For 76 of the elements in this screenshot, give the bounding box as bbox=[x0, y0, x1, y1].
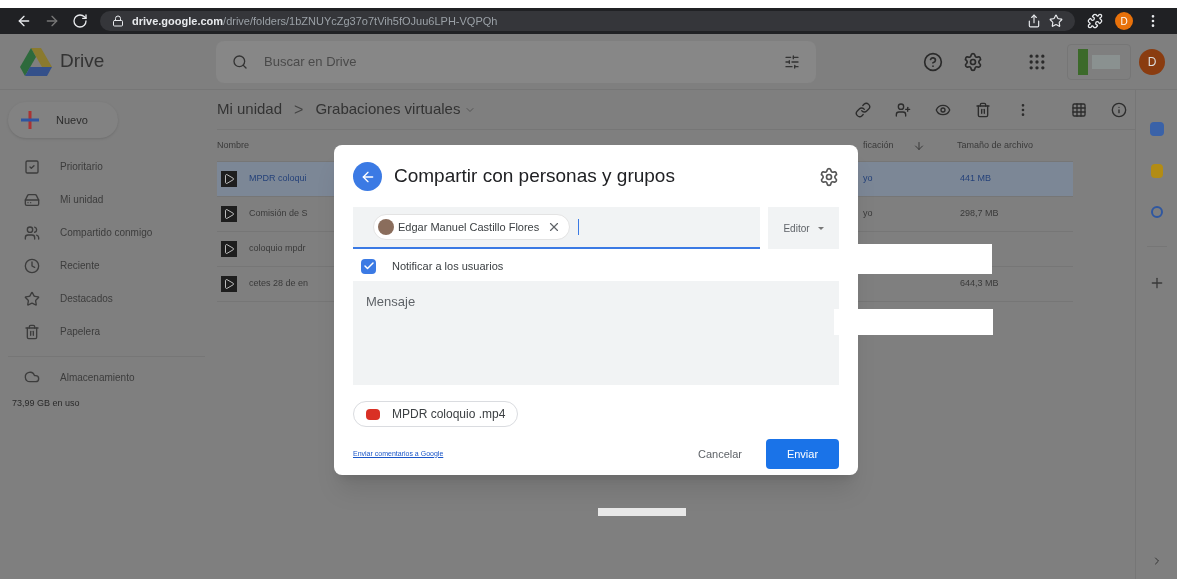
add-person-icon[interactable] bbox=[895, 101, 911, 118]
text-cursor bbox=[578, 219, 580, 235]
breadcrumb-root[interactable]: Mi unidad bbox=[217, 98, 283, 121]
sidebar-item[interactable]: Papelera bbox=[8, 315, 205, 348]
sidebar-icon bbox=[24, 191, 40, 208]
sidebar-icon bbox=[24, 257, 40, 274]
file-name: Comisión de S bbox=[249, 207, 308, 221]
app-name: Drive bbox=[60, 49, 105, 74]
search-field[interactable]: Buscar en Drive bbox=[216, 40, 816, 83]
sidebar-icon bbox=[24, 323, 40, 340]
send-button[interactable]: Enviar bbox=[766, 439, 839, 469]
url-text: drive.google.com/drive/folders/1bZNUYcZg37o7tVih5fOJuu6LPH-VQPQh bbox=[132, 13, 498, 29]
column-header[interactable]: Tamaño de archivo bbox=[957, 138, 1034, 153]
file-name: coloquio mpdr bbox=[249, 242, 306, 256]
notify-label: Notificar a los usuarios bbox=[392, 258, 504, 274]
lock-icon bbox=[112, 15, 124, 27]
sort-arrow-icon[interactable] bbox=[913, 139, 925, 152]
role-dropdown[interactable]: Editor bbox=[768, 207, 839, 249]
sidebar-item[interactable]: Compartido conmigo bbox=[8, 216, 205, 249]
breadcrumb-current[interactable]: Grabaciones virtuales bbox=[315, 98, 461, 121]
organization-logo bbox=[1067, 43, 1131, 80]
bookmark-star-icon[interactable] bbox=[1049, 14, 1063, 28]
modified-by: yo bbox=[863, 172, 874, 186]
sidebar-icon bbox=[24, 158, 40, 175]
filter-icon[interactable] bbox=[784, 53, 800, 70]
modified-by: yo bbox=[863, 207, 874, 221]
video-file-icon bbox=[221, 276, 237, 292]
file-name: MPDR coloqui bbox=[249, 172, 307, 186]
reload-icon[interactable] bbox=[72, 13, 88, 29]
grid-view-icon[interactable] bbox=[1071, 101, 1087, 118]
plus-icon bbox=[20, 110, 40, 130]
help-icon[interactable] bbox=[923, 51, 943, 72]
sidebar-icon bbox=[24, 224, 40, 241]
sidebar-item[interactable]: Reciente bbox=[8, 249, 205, 282]
info-icon[interactable] bbox=[1111, 101, 1127, 118]
trash-icon[interactable] bbox=[975, 101, 991, 118]
cloud-icon bbox=[24, 369, 40, 385]
video-file-icon bbox=[366, 408, 380, 420]
video-file-icon bbox=[221, 241, 237, 257]
dialog-title: Compartir con personas y grupos bbox=[394, 164, 676, 189]
file-size: 644,3 MB bbox=[960, 277, 999, 291]
link-icon[interactable] bbox=[855, 101, 871, 118]
cancel-button[interactable]: Cancelar bbox=[685, 439, 754, 469]
recipient-chip[interactable]: Edgar Manuel Castillo Flores bbox=[373, 214, 571, 240]
forward-icon[interactable] bbox=[44, 13, 60, 29]
address-bar[interactable]: drive.google.com/drive/folders/1bZNUYcZg37o7tVih5fOJuu6LPH-VQPQh bbox=[100, 11, 1075, 31]
storage-usage: 73,99 GB en uso bbox=[12, 397, 81, 410]
share-icon[interactable] bbox=[1027, 14, 1041, 28]
video-file-icon bbox=[221, 206, 237, 222]
account-avatar[interactable]: D bbox=[1139, 48, 1165, 75]
extensions-icon[interactable] bbox=[1087, 13, 1103, 29]
storage-label[interactable]: Almacenamiento bbox=[60, 369, 135, 385]
settings-icon[interactable] bbox=[819, 166, 839, 187]
settings-icon[interactable] bbox=[963, 51, 983, 72]
drive-logo-icon bbox=[20, 47, 52, 76]
column-header[interactable]: ficación bbox=[863, 138, 913, 153]
file-name: cetes 28 de en bbox=[249, 277, 309, 291]
file-size: 441 MB bbox=[960, 172, 992, 186]
dropdown-caret-icon bbox=[817, 226, 824, 230]
search-icon bbox=[232, 53, 248, 70]
recipient-field[interactable]: Edgar Manuel Castillo Flores bbox=[353, 207, 760, 249]
profile-avatar[interactable]: D bbox=[1115, 12, 1133, 30]
back-icon[interactable] bbox=[16, 13, 32, 29]
sidebar-icon bbox=[24, 290, 40, 307]
back-button[interactable] bbox=[353, 162, 382, 191]
sidebar-item[interactable]: Prioritario bbox=[8, 150, 205, 183]
search-placeholder: Buscar en Drive bbox=[264, 52, 358, 71]
sidebar-item[interactable]: Destacados bbox=[8, 282, 205, 315]
video-file-icon bbox=[221, 171, 237, 187]
avatar-placeholder bbox=[378, 219, 394, 235]
sidebar-item[interactable]: Mi unidad bbox=[8, 183, 205, 216]
new-button[interactable]: Nuevo bbox=[8, 102, 118, 138]
file-size: 298,7 MB bbox=[960, 207, 999, 221]
notify-checkbox[interactable] bbox=[361, 258, 376, 274]
message-field[interactable]: Mensaje bbox=[353, 281, 839, 385]
breadcrumb-separator: > bbox=[294, 99, 304, 120]
